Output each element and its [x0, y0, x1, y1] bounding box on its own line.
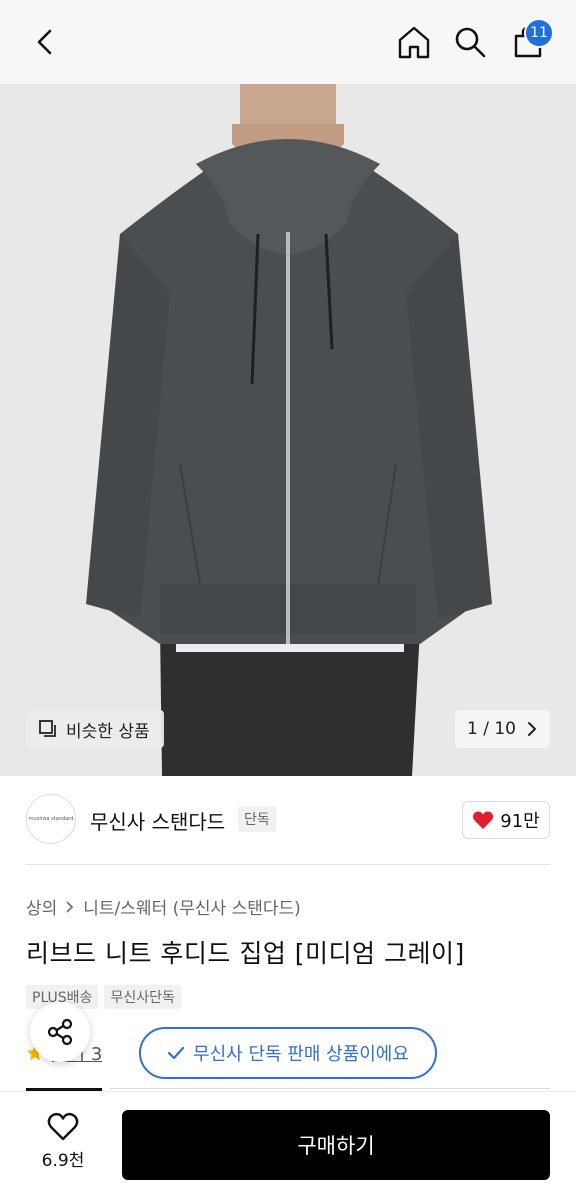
- product-title: 리브드 니트 후디드 집업 [미디엄 그레이]: [26, 939, 465, 968]
- chevron-right-icon: [66, 900, 74, 913]
- cart-count-badge: 11: [524, 18, 554, 48]
- product-photo: [0, 84, 576, 776]
- tab-divider: [110, 1088, 550, 1089]
- product-image[interactable]: [0, 84, 576, 776]
- image-counter-text: 1 / 10: [467, 719, 516, 739]
- chevron-right-icon: [528, 722, 536, 736]
- badge-exclusive: 무신사단독: [104, 985, 181, 1009]
- brand-logo-text: musinsa standard: [28, 816, 74, 822]
- breadcrumb: 상의 니트/스웨터 (무신사 스탠다드): [26, 894, 301, 919]
- similar-products-button[interactable]: 비슷한 상품: [26, 710, 164, 748]
- exclusive-toast: 무신사 단독 판매 상품이에요: [139, 1027, 437, 1079]
- wishlist-count: 6.9천: [41, 1151, 85, 1171]
- breadcrumb-category[interactable]: 상의: [26, 894, 57, 919]
- brand-logo[interactable]: musinsa standard: [26, 794, 76, 844]
- brand-like-count: 91만: [500, 811, 540, 832]
- similar-icon: [39, 720, 56, 737]
- similar-products-label: 비슷한 상품: [66, 721, 150, 742]
- share-icon: [47, 1018, 73, 1046]
- home-icon: [398, 26, 430, 59]
- top-bar: 11: [0, 0, 576, 84]
- brand-like-button[interactable]: 91만: [462, 801, 550, 839]
- search-icon: [455, 27, 486, 58]
- back-button[interactable]: [24, 20, 68, 64]
- breadcrumb-subcategory[interactable]: 니트/스웨터 (무신사 스탠다드): [83, 894, 300, 919]
- buy-button[interactable]: 구매하기: [122, 1110, 550, 1180]
- brand-exclusive-tag: 단독: [238, 806, 276, 832]
- chevron-left-icon: [37, 29, 52, 55]
- search-button[interactable]: [448, 20, 492, 64]
- home-button[interactable]: [392, 20, 436, 64]
- toast-text: 무신사 단독 판매 상품이에요: [193, 1044, 409, 1065]
- wishlist-button[interactable]: 6.9천: [30, 1112, 96, 1178]
- heart-outline-icon: [47, 1112, 79, 1141]
- check-icon: [167, 1046, 185, 1060]
- brand-name[interactable]: 무신사 스탠다드: [90, 806, 225, 835]
- heart-filled-icon: [473, 811, 494, 829]
- image-counter[interactable]: 1 / 10: [455, 710, 550, 748]
- share-button[interactable]: [30, 1002, 90, 1062]
- divider: [26, 864, 550, 865]
